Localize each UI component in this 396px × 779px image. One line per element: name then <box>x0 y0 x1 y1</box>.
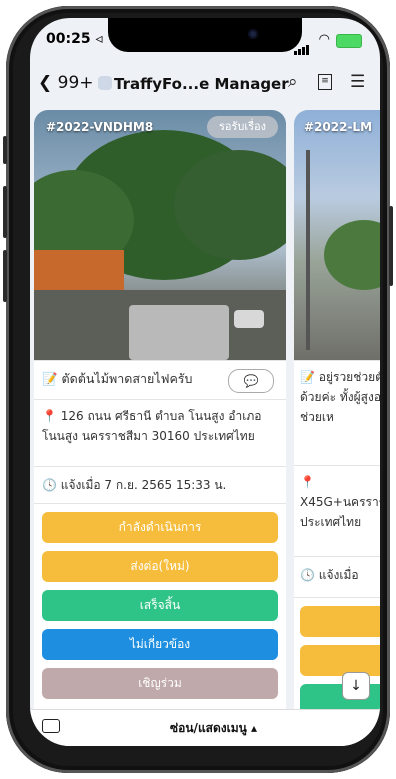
scroll-down-button[interactable]: ↓ <box>342 672 370 700</box>
invite-button[interactable]: เชิญร่วม <box>42 668 278 699</box>
truck-image <box>129 305 229 360</box>
ticket-card[interactable]: #2022-VNDHM8 รอรับเรื่อง 📝 ตัดต้นไม้พาดส… <box>34 110 286 710</box>
notch <box>108 18 302 52</box>
volume-up-button <box>3 186 7 238</box>
status-button[interactable] <box>300 645 380 676</box>
silent-switch <box>3 136 7 164</box>
search-icon[interactable]: ⌕ <box>288 72 298 92</box>
ticket-id: #2022-VNDHM8 <box>46 120 154 134</box>
reported-time: 🕓 แจ้งเมื่อ <box>300 568 359 582</box>
bottom-bar: ซ่อน/แสดงเมนู ▴ <box>30 709 380 746</box>
ticket-photo: #2022-LM <box>294 110 380 360</box>
description-section: 📝 อยู่รวยช่วยตัดต้นไม้ให้ด้วยค่ะ ทั้งผู้… <box>294 360 380 465</box>
chat-icon[interactable]: 💬 <box>228 369 274 393</box>
volume-down-button <box>3 250 7 302</box>
toggle-menu-button[interactable]: ซ่อน/แสดงเมนู ▴ <box>170 719 257 738</box>
ticket-card[interactable]: #2022-LM 📝 อยู่รวยช่วยตัดต้นไม้ให้ด้วยค่… <box>294 110 380 710</box>
ticket-id: #2022-LM <box>304 120 373 134</box>
menu-icon[interactable]: ☰ <box>350 72 365 92</box>
not-relevant-button[interactable]: ไม่เกี่ยวข้อง <box>42 629 278 660</box>
card-carousel[interactable]: #2022-VNDHM8 รอรับเรื่อง 📝 ตัดต้นไม้พาดส… <box>30 104 380 710</box>
battery-icon <box>336 34 362 48</box>
description-text: 📝 ตัดต้นไม้พาดสายไฟครับ <box>42 371 193 386</box>
action-buttons: กำลังดำเนินการ ส่งต่อ(ใหม่) เสร็จสิ้น ไม… <box>34 503 286 710</box>
description-text: 📝 อยู่รวยช่วยตัดต้นไม้ให้ด้วยค่ะ ทั้งผู้… <box>300 370 380 424</box>
address-text: 📍 X45G+นครราชสีมาประเทศไทย <box>300 475 380 529</box>
description-section: 📝 ตัดต้นไม้พาดสายไฟครับ 💬 <box>34 360 286 399</box>
wifi-icon: ◠ <box>318 32 330 47</box>
keyboard-icon[interactable] <box>42 719 60 733</box>
in-progress-button[interactable]: กำลังดำเนินการ <box>42 512 278 543</box>
utility-pole <box>306 150 310 350</box>
forward-button[interactable]: ส่งต่อ(ใหม่) <box>42 551 278 582</box>
status-button[interactable] <box>300 606 380 637</box>
page-title: TraffyFo...e Manager <box>114 75 289 93</box>
status-badge: รอรับเรื่อง <box>206 116 278 138</box>
timestamp-section: 🕓 แจ้งเมื่อ <box>294 556 380 597</box>
address-section: 📍 X45G+นครราชสีมาประเทศไทย <box>294 465 380 556</box>
address-text: 📍 126 ถนน ศรีธานี ตำบล โนนสูง อำเภอ โนนส… <box>42 409 262 443</box>
app-icon <box>98 76 112 90</box>
clock: 00:25 ◃ <box>46 31 103 47</box>
power-button <box>389 206 393 286</box>
app-navbar: ❮ 99+ TraffyFo...e Manager ⌕ ≡ ☰ <box>30 68 380 104</box>
phone-screen: 00:25 ◃ ◠ ❮ 99+ TraffyFo...e Manager ⌕ ≡… <box>30 18 380 746</box>
address-section: 📍 126 ถนน ศรีธานี ตำบล โนนสูง อำเภอ โนนส… <box>34 399 286 466</box>
ticket-photo: #2022-VNDHM8 รอรับเรื่อง <box>34 110 286 360</box>
reported-time: 🕓 แจ้งเมื่อ 7 ก.ย. 2565 15:33 น. <box>42 478 227 492</box>
document-icon[interactable]: ≡ <box>318 74 332 90</box>
timestamp-section: 🕓 แจ้งเมื่อ 7 ก.ย. 2565 15:33 น. <box>34 466 286 503</box>
camera-icon <box>248 29 258 39</box>
completed-button[interactable]: เสร็จสิ้น <box>42 590 278 621</box>
back-button[interactable]: ❮ 99+ <box>38 73 94 93</box>
